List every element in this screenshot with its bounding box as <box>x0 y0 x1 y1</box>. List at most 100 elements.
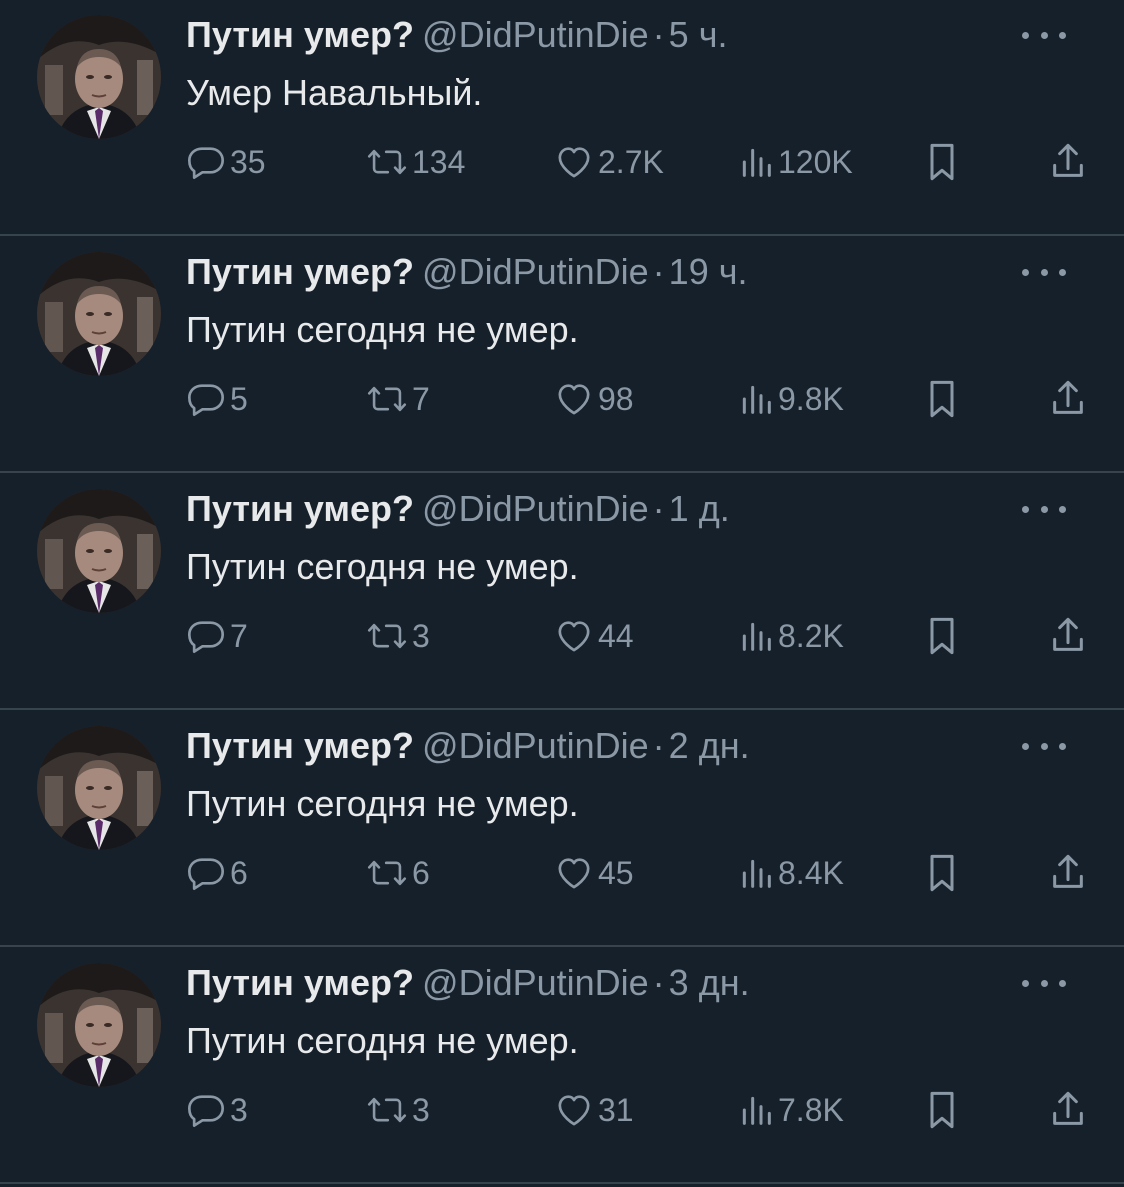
reply-count: 3 <box>230 1091 248 1128</box>
views-icon <box>738 379 774 419</box>
views-button[interactable]: 8.2K <box>738 614 844 658</box>
tweet-text: Путин сегодня не умер. <box>186 546 579 587</box>
handle[interactable]: @DidPutinDie <box>422 14 649 55</box>
handle[interactable]: @DidPutinDie <box>422 962 649 1003</box>
separator: · <box>652 725 665 766</box>
display-name[interactable]: Путин умер? <box>186 14 414 55</box>
retweet-button[interactable]: 7 <box>366 377 430 421</box>
more-icon[interactable] <box>1022 28 1066 42</box>
bookmark-icon <box>922 140 962 184</box>
share-button[interactable] <box>1048 614 1088 658</box>
tweet[interactable]: Путин умер? @DidPutinDie · 3 дн. Путин сего… <box>0 948 1124 1184</box>
retweet-button[interactable]: 134 <box>366 140 465 184</box>
tweet[interactable]: Путин умер? @DidPutinDie · 5 ч. Умер Наваль… <box>0 0 1124 236</box>
share-button[interactable] <box>1048 851 1088 895</box>
views-icon <box>738 1090 774 1130</box>
avatar[interactable] <box>37 726 161 850</box>
like-count: 44 <box>598 617 634 654</box>
handle[interactable]: @DidPutinDie <box>422 251 649 292</box>
like-count: 2.7K <box>598 143 664 180</box>
retweet-icon <box>366 616 408 656</box>
timestamp[interactable]: 19 ч. <box>669 251 748 292</box>
reply-count: 6 <box>230 854 248 891</box>
share-button[interactable] <box>1048 1088 1088 1132</box>
retweet-count: 134 <box>412 143 466 180</box>
separator: · <box>652 14 665 55</box>
retweet-button[interactable]: 3 <box>366 614 430 658</box>
like-button[interactable]: 98 <box>554 377 634 421</box>
retweet-button[interactable]: 6 <box>366 851 430 895</box>
more-icon[interactable] <box>1022 502 1066 516</box>
display-name[interactable]: Путин умер? <box>186 251 414 292</box>
retweet-count: 7 <box>412 380 430 417</box>
handle[interactable]: @DidPutinDie <box>422 725 649 766</box>
like-button[interactable]: 2.7K <box>554 140 664 184</box>
bookmark-icon <box>922 614 962 658</box>
like-button[interactable]: 44 <box>554 614 634 658</box>
like-button[interactable]: 45 <box>554 851 634 895</box>
views-button[interactable]: 9.8K <box>738 377 844 421</box>
reply-count: 35 <box>230 143 266 180</box>
retweet-icon <box>366 142 408 182</box>
retweet-icon <box>366 853 408 893</box>
reply-button[interactable]: 6 <box>186 851 248 895</box>
reply-icon <box>186 142 226 182</box>
timestamp[interactable]: 3 дн. <box>669 962 750 1003</box>
bookmark-button[interactable] <box>922 377 962 421</box>
share-button[interactable] <box>1048 377 1088 421</box>
reply-count: 7 <box>230 617 248 654</box>
bookmark-button[interactable] <box>922 140 962 184</box>
like-icon <box>554 853 594 893</box>
tweet-actions: 6 6 45 8.4K <box>186 851 1086 895</box>
views-button[interactable]: 8.4K <box>738 851 844 895</box>
bookmark-button[interactable] <box>922 1088 962 1132</box>
more-icon[interactable] <box>1022 739 1066 753</box>
like-count: 31 <box>598 1091 634 1128</box>
views-icon <box>738 853 774 893</box>
view-count: 8.4K <box>778 854 844 891</box>
retweet-button[interactable]: 3 <box>366 1088 430 1132</box>
separator: · <box>652 962 665 1003</box>
avatar[interactable] <box>37 15 161 139</box>
retweet-count: 3 <box>412 1091 430 1128</box>
more-icon[interactable] <box>1022 976 1066 990</box>
display-name[interactable]: Путин умер? <box>186 488 414 529</box>
share-icon <box>1048 614 1088 658</box>
tweet[interactable]: Путин умер? @DidPutinDie · 2 дн. Путин сего… <box>0 711 1124 947</box>
like-button[interactable]: 31 <box>554 1088 634 1132</box>
avatar[interactable] <box>37 489 161 613</box>
handle[interactable]: @DidPutinDie <box>422 488 649 529</box>
avatar[interactable] <box>37 252 161 376</box>
tweet-header: Путин умер? @DidPutinDie · 19 ч. <box>186 251 747 293</box>
like-icon <box>554 616 594 656</box>
more-icon[interactable] <box>1022 265 1066 279</box>
reply-button[interactable]: 35 <box>186 140 266 184</box>
tweet[interactable]: Путин умер? @DidPutinDie · 19 ч. Путин сего… <box>0 237 1124 473</box>
share-icon <box>1048 377 1088 421</box>
reply-count: 5 <box>230 380 248 417</box>
reply-button[interactable]: 7 <box>186 614 248 658</box>
views-button[interactable]: 120K <box>738 140 853 184</box>
tweet[interactable]: Путин умер? @DidPutinDie · 1 д. Путин сегод… <box>0 474 1124 710</box>
bookmark-button[interactable] <box>922 851 962 895</box>
like-icon <box>554 379 594 419</box>
display-name[interactable]: Путин умер? <box>186 962 414 1003</box>
views-icon <box>738 142 774 182</box>
reply-button[interactable]: 3 <box>186 1088 248 1132</box>
retweet-count: 6 <box>412 854 430 891</box>
views-icon <box>738 616 774 656</box>
avatar[interactable] <box>37 963 161 1087</box>
timestamp[interactable]: 1 д. <box>669 488 730 529</box>
reply-icon <box>186 379 226 419</box>
like-count: 98 <box>598 380 634 417</box>
like-icon <box>554 142 594 182</box>
view-count: 120K <box>778 143 853 180</box>
share-button[interactable] <box>1048 140 1088 184</box>
views-button[interactable]: 7.8K <box>738 1088 844 1132</box>
retweet-icon <box>366 1090 408 1130</box>
display-name[interactable]: Путин умер? <box>186 725 414 766</box>
timestamp[interactable]: 5 ч. <box>669 14 728 55</box>
timestamp[interactable]: 2 дн. <box>669 725 750 766</box>
reply-button[interactable]: 5 <box>186 377 248 421</box>
bookmark-button[interactable] <box>922 614 962 658</box>
